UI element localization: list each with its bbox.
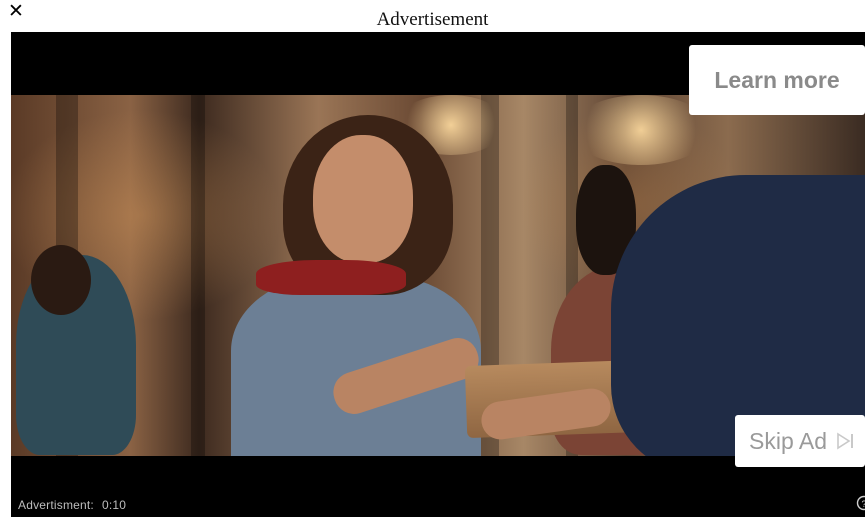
woman-face xyxy=(313,135,413,263)
video-frame[interactable] xyxy=(11,95,865,456)
courier-uniform xyxy=(611,175,865,456)
learn-more-button[interactable]: Learn more xyxy=(689,45,865,115)
background-person-head xyxy=(31,245,91,315)
info-icon[interactable]: ? xyxy=(856,495,865,511)
skip-next-icon xyxy=(836,432,856,450)
background-pillar xyxy=(191,95,205,456)
ad-status-label: Advertisment: xyxy=(18,498,94,512)
ad-status-bar: Advertisment: 0:10 xyxy=(18,498,134,512)
skip-ad-button[interactable]: Skip Ad xyxy=(735,415,865,467)
video-player[interactable]: Learn more Skip Ad Advertisment: 0:10 ? xyxy=(11,32,865,517)
woman-scarf xyxy=(256,260,406,295)
ad-time-remaining: 0:10 xyxy=(101,498,127,512)
skip-ad-label: Skip Ad xyxy=(749,427,827,454)
svg-text:?: ? xyxy=(861,499,865,509)
advertisement-heading: Advertisement xyxy=(376,9,489,30)
